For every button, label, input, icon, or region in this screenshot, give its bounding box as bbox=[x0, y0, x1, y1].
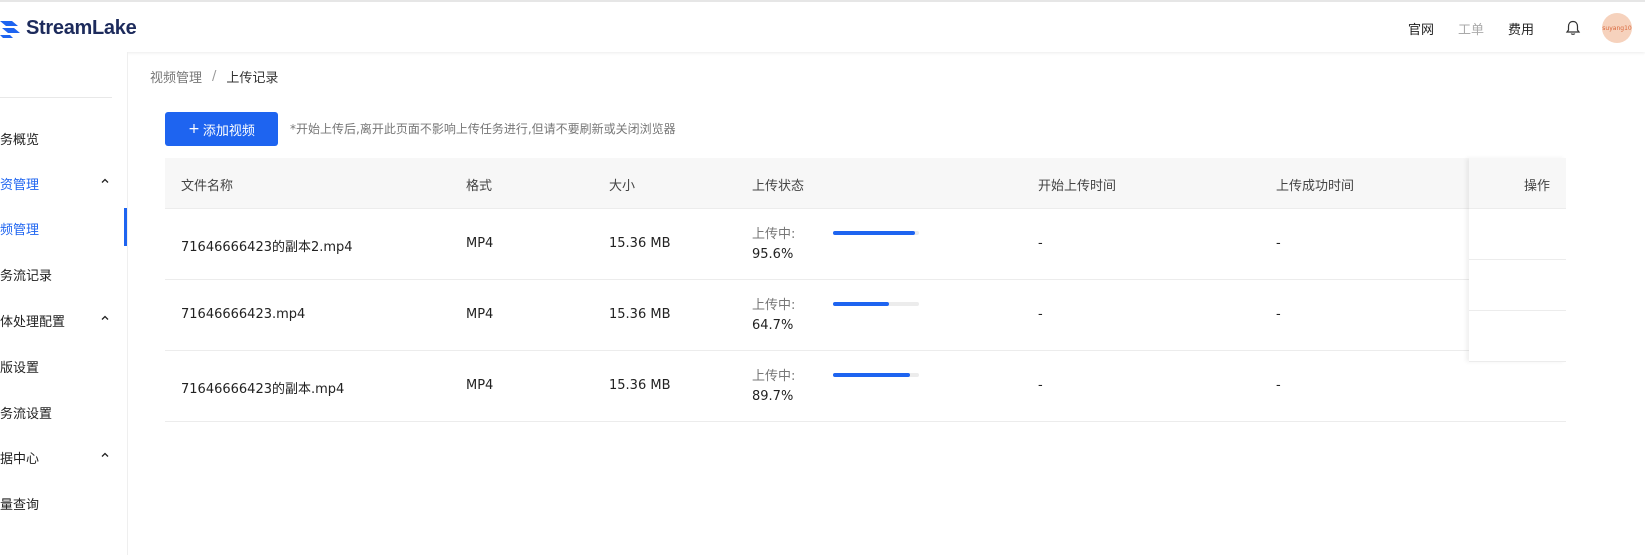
plus-icon: + bbox=[188, 121, 200, 137]
start-time: - bbox=[1038, 378, 1043, 393]
progress-bar bbox=[833, 302, 919, 306]
actions-cell bbox=[1469, 209, 1566, 260]
column-header-size: 大小 bbox=[609, 179, 636, 194]
file-name: 71646666423.mp4 bbox=[181, 307, 306, 322]
sidebar-item-label: 据中心 bbox=[0, 451, 40, 467]
status-percent: 64.7% bbox=[752, 318, 794, 333]
brand-name: StreamLake bbox=[26, 16, 137, 39]
sidebar-item-label: 量查询 bbox=[0, 497, 40, 513]
sidebar-item-overview[interactable]: 务概览 bbox=[0, 128, 128, 148]
file-format: MP4 bbox=[466, 236, 494, 251]
progress-fill bbox=[833, 373, 911, 377]
nav-link-official-site[interactable]: 官网 bbox=[1408, 19, 1434, 38]
sidebar-item-label: 务概览 bbox=[0, 132, 40, 148]
nav-link-ticket[interactable]: 工单 bbox=[1458, 19, 1484, 38]
breadcrumb-separator: / bbox=[212, 69, 217, 84]
sidebar-item-label: 体处理配置 bbox=[0, 314, 66, 330]
chevron-up-icon bbox=[101, 452, 109, 457]
progress-bar bbox=[833, 373, 919, 377]
file-size: 15.36 MB bbox=[609, 378, 671, 393]
table-row: 71646666423.mp4 MP4 15.36 MB 上传中: 64.7% … bbox=[165, 280, 1566, 351]
sidebar-item-label: 务流记录 bbox=[0, 268, 53, 284]
sidebar-item-workflow-records[interactable]: 务流记录 bbox=[0, 264, 128, 284]
column-header-status: 上传状态 bbox=[752, 179, 805, 194]
start-time: - bbox=[1038, 236, 1043, 251]
sidebar-item-label: 版设置 bbox=[0, 360, 40, 376]
actions-cell bbox=[1469, 311, 1566, 362]
upload-table: 文件名称 格式 大小 上传状态 开始上传时间 上传成功时间 7164666642… bbox=[165, 158, 1566, 422]
sidebar-item-video-management[interactable]: 频管理 bbox=[0, 218, 128, 238]
avatar-label: suyang10 bbox=[1602, 24, 1632, 32]
file-name: 71646666423的副本2.mp4 bbox=[181, 240, 353, 255]
table-row: 71646666423的副本2.mp4 MP4 15.36 MB 上传中: 95… bbox=[165, 209, 1566, 280]
breadcrumb-current: 上传记录 bbox=[226, 71, 279, 86]
upload-status: 上传中: 64.7% bbox=[752, 296, 795, 336]
upload-hint: *开始上传后,离开此页面不影响上传任务进行,但请不要刷新或关闭浏览器 bbox=[290, 122, 676, 136]
streamlake-logo-icon bbox=[0, 21, 20, 38]
avatar[interactable]: suyang10 bbox=[1602, 13, 1632, 43]
sidebar-divider bbox=[0, 97, 112, 98]
status-percent: 95.6% bbox=[752, 247, 794, 262]
status-label: 上传中: bbox=[752, 369, 796, 384]
status-percent: 89.7% bbox=[752, 389, 794, 404]
file-format: MP4 bbox=[466, 307, 494, 322]
column-header-actions-label: 操作 bbox=[1523, 179, 1550, 194]
sidebar-item-workflow-settings[interactable]: 务流设置 bbox=[0, 402, 128, 422]
nav-link-billing[interactable]: 费用 bbox=[1508, 19, 1534, 38]
file-name: 71646666423的副本.mp4 bbox=[181, 382, 345, 397]
upload-status: 上传中: 95.6% bbox=[752, 225, 795, 265]
sidebar-active-indicator bbox=[124, 208, 127, 246]
sidebar-group-media-processing[interactable]: 体处理配置 bbox=[0, 310, 128, 330]
done-time: - bbox=[1276, 236, 1281, 251]
file-format: MP4 bbox=[466, 378, 494, 393]
brand-logo[interactable]: StreamLake bbox=[0, 16, 137, 40]
breadcrumb-parent[interactable]: 视频管理 bbox=[150, 67, 202, 86]
progress-bar bbox=[833, 231, 919, 235]
sidebar-item-label: 资管理 bbox=[0, 177, 40, 193]
table-row: 71646666423的副本.mp4 MP4 15.36 MB 上传中: 89.… bbox=[165, 351, 1566, 422]
sidebar-item-label: 频管理 bbox=[0, 222, 40, 238]
start-time: - bbox=[1038, 307, 1043, 322]
sidebar-item-label: 务流设置 bbox=[0, 406, 53, 422]
file-size: 15.36 MB bbox=[609, 236, 671, 251]
sidebar: 务概览 资管理 频管理 务流记录 体处理配置 版设置 务流设置 据中心 量查询 bbox=[0, 52, 128, 555]
sidebar-item-usage-query[interactable]: 量查询 bbox=[0, 493, 128, 513]
column-header-done-time: 上传成功时间 bbox=[1276, 179, 1355, 194]
done-time: - bbox=[1276, 307, 1281, 322]
sidebar-group-data-center[interactable]: 据中心 bbox=[0, 447, 128, 467]
status-label: 上传中: bbox=[752, 227, 796, 242]
top-nav: 官网 工单 费用 suyang10 bbox=[1408, 2, 1645, 54]
column-header-filename: 文件名称 bbox=[181, 179, 234, 194]
done-time: - bbox=[1276, 378, 1281, 393]
add-video-label: 添加视频 bbox=[202, 123, 255, 139]
add-video-button[interactable]: + 添加视频 bbox=[165, 112, 278, 146]
top-bar: StreamLake 官网 工单 费用 suyang10 bbox=[0, 0, 1645, 52]
progress-fill bbox=[833, 302, 889, 306]
upload-status: 上传中: 89.7% bbox=[752, 367, 795, 407]
chevron-up-icon bbox=[101, 178, 109, 183]
actions-cell bbox=[1469, 260, 1566, 311]
progress-fill bbox=[833, 231, 916, 235]
bell-icon[interactable] bbox=[1564, 19, 1582, 37]
table-header: 文件名称 格式 大小 上传状态 开始上传时间 上传成功时间 bbox=[165, 158, 1566, 209]
breadcrumb: 视频管理 / 上传记录 bbox=[150, 67, 278, 86]
sidebar-group-media-assets[interactable]: 资管理 bbox=[0, 173, 128, 193]
status-label: 上传中: bbox=[752, 298, 796, 313]
column-header-actions: 操作 bbox=[1469, 158, 1566, 209]
sidebar-item-template-settings[interactable]: 版设置 bbox=[0, 356, 128, 376]
column-header-start-time: 开始上传时间 bbox=[1038, 179, 1117, 194]
file-size: 15.36 MB bbox=[609, 307, 671, 322]
chevron-up-icon bbox=[101, 315, 109, 320]
actions-column: 操作 bbox=[1469, 158, 1566, 362]
column-header-format: 格式 bbox=[466, 179, 493, 194]
